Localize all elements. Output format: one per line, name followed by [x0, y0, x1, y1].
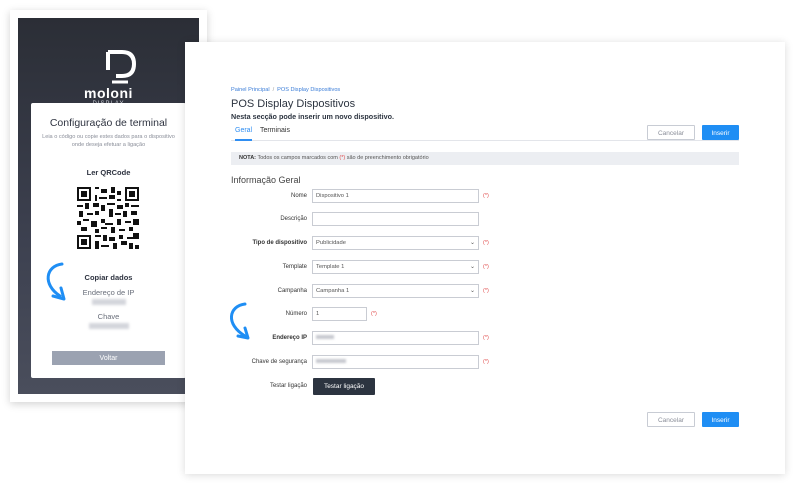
field-tipo-label: Tipo de dispositivo [252, 240, 307, 246]
campanha-value: Campanha 1 [316, 288, 350, 294]
breadcrumb-home[interactable]: Painel Principal [231, 87, 270, 93]
breadcrumb-current[interactable]: POS Display Dispositivos [277, 87, 340, 93]
curved-arrow-icon [230, 302, 250, 340]
chevron-down-icon: ⌄ [469, 240, 475, 246]
tipo-select[interactable]: Publicidade ⌄ [312, 236, 479, 250]
template-value: Template 1 [316, 264, 345, 270]
nome-input[interactable]: Dispositivo 1 [312, 189, 479, 203]
logo-brand: moloni [84, 85, 133, 101]
note-bar: NOTA: Todos os campos marcados com (*) s… [231, 152, 739, 165]
nome-required: (*) [483, 193, 489, 199]
field-campanha-label: Campanha [277, 288, 307, 294]
qr-title: Ler QRCode [86, 168, 131, 177]
note-prefix: NOTA: [239, 155, 257, 161]
config-card: Configuração de terminal Leia o código o… [31, 103, 186, 378]
back-button[interactable]: Voltar [52, 351, 165, 365]
chave-input[interactable] [312, 355, 479, 369]
campanha-required: (*) [483, 288, 489, 294]
cancel-button-top[interactable]: Cancelar [647, 125, 695, 140]
test-connection-button[interactable]: Testar ligação [313, 378, 375, 395]
template-select[interactable]: Template 1 ⌄ [312, 260, 479, 274]
chevron-down-icon: ⌄ [469, 288, 475, 294]
page-title: POS Display Dispositivos [231, 98, 356, 110]
tipo-required: (*) [483, 240, 489, 246]
template-required: (*) [483, 264, 489, 270]
insert-button-bottom[interactable]: Inserir [702, 412, 739, 427]
note-req: (*) [339, 155, 346, 161]
ip-required: (*) [483, 335, 489, 341]
test-label: Testar ligação [269, 383, 307, 389]
descricao-input[interactable] [312, 212, 479, 226]
chave-input-blurred-value [316, 359, 346, 364]
section-title: Informação Geral [231, 175, 301, 185]
field-descricao-label: Descrição [280, 216, 307, 222]
chave-required: (*) [483, 359, 489, 365]
tab-terminais[interactable]: Terminais [260, 127, 290, 139]
config-title: Configuração de terminal [49, 117, 168, 129]
cancel-button-bottom[interactable]: Cancelar [647, 412, 695, 427]
config-description: Leia o código ou copie estes dados para … [42, 134, 175, 148]
numero-input[interactable]: 1 [312, 307, 367, 321]
field-template-label: Template [282, 264, 307, 270]
key-label: Chave [97, 312, 120, 321]
page-subtitle: Nesta secção pode inserir um novo dispos… [231, 112, 394, 121]
chevron-down-icon: ⌄ [469, 264, 475, 270]
note-text-before: Todos os campos marcados com [257, 155, 338, 161]
tipo-value: Publicidade [316, 240, 346, 246]
ip-value-blurred[interactable] [92, 299, 126, 305]
key-value-blurred[interactable] [89, 323, 129, 329]
insert-button-top[interactable]: Inserir [702, 125, 739, 140]
ip-input-blurred-value [316, 335, 334, 340]
note-text-after: são de preenchimento obrigatório [346, 155, 429, 161]
ip-input[interactable] [312, 331, 479, 345]
moloni-logo-icon [106, 50, 137, 84]
tab-geral[interactable]: Geral [235, 127, 253, 141]
numero-required: (*) [371, 311, 377, 317]
field-nome-label: Nome [290, 193, 307, 199]
page-card: Painel Principal / POS Display Dispositivo… [185, 42, 785, 474]
breadcrumb: Painel Principal / POS Display Dispositivo… [231, 87, 341, 93]
curved-arrow-icon [46, 262, 66, 301]
campanha-select[interactable]: Campanha 1 ⌄ [312, 284, 479, 298]
qr-code-icon[interactable] [77, 187, 139, 249]
field-chave-label: Chave de segurança [251, 359, 307, 365]
